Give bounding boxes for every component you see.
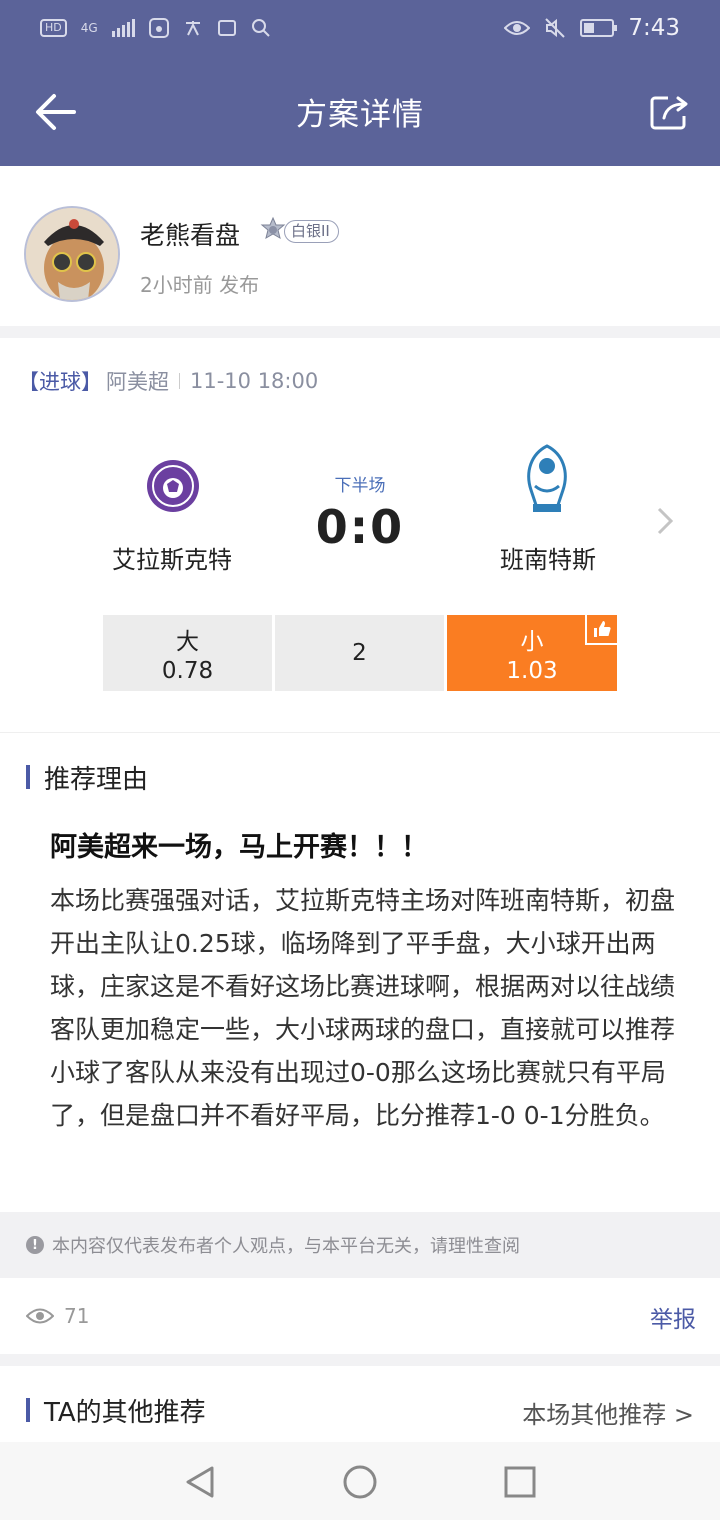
info-icon: ! (26, 1236, 44, 1254)
odds-over-value: 0.78 (161, 658, 214, 684)
odds-under-selected[interactable]: 小 1.03 (447, 615, 617, 691)
page-title: 方案详情 (296, 96, 424, 133)
view-count-value: 71 (64, 1304, 90, 1328)
away-team-logo (527, 444, 567, 512)
hd-indicator: HD (40, 19, 67, 37)
home-team-logo (147, 460, 199, 512)
odds-over[interactable]: 大 0.78 (103, 615, 272, 691)
level-badge: 白银II (258, 216, 339, 244)
mute-icon (545, 18, 566, 38)
search-notification-icon (251, 19, 270, 37)
recommendation-headline: 阿美超来一场，马上开赛！！！ (50, 832, 428, 863)
odds-under-value: 1.03 (506, 658, 558, 684)
odds-line-value: 2 (352, 640, 367, 666)
app-bar: 方案详情 (0, 56, 720, 166)
eye-icon (26, 1308, 54, 1324)
baidu-icon (148, 18, 169, 38)
chevron-right-icon[interactable] (655, 506, 675, 536)
translate-icon (185, 21, 200, 36)
level-label: 白银II (284, 219, 339, 243)
network-type: 4G (80, 21, 98, 35)
section-title-others: TA的其他推荐 (44, 1398, 206, 1428)
report-link[interactable]: 举报 (650, 1300, 696, 1334)
kickoff-time: 11-10 18:00 (190, 369, 319, 393)
recommendation-section: 推荐理由 阿美超来一场，马上开赛！！！ 本场比赛强强对话，艾拉斯克特主场对阵班南… (0, 732, 720, 1212)
category-tag: 【进球】 (18, 370, 102, 394)
clock: 7:43 (628, 15, 680, 41)
eye-comfort-icon (504, 21, 531, 35)
battery-icon (580, 19, 618, 37)
back-arrow-icon[interactable] (34, 92, 78, 132)
divider (179, 373, 180, 389)
nav-back-icon[interactable] (182, 1464, 218, 1500)
status-bar: HD 4G 7:43 (0, 0, 720, 56)
publish-time: 2小时前 发布 (140, 273, 260, 297)
author-card[interactable]: 老熊看盘 白银II 2小时前 发布 (0, 166, 720, 326)
recommendation-body: 本场比赛强强对话，艾拉斯克特主场对阵班南特斯，初盘开出主队让0.25球，临场降到… (50, 886, 676, 1130)
nav-recents-icon[interactable] (502, 1464, 538, 1500)
odds-under-label: 小 (520, 629, 544, 655)
section-title-reason: 推荐理由 (44, 765, 149, 795)
thumbs-up-icon (585, 615, 617, 645)
section-marker (26, 765, 30, 789)
signal-icon (111, 19, 135, 37)
system-nav-bar (0, 1442, 720, 1520)
avatar[interactable] (24, 206, 120, 302)
nav-home-icon[interactable] (342, 1464, 378, 1500)
home-team-name: 艾拉斯克特 (112, 546, 232, 574)
app-notification-icon (217, 20, 236, 36)
author-name[interactable]: 老熊看盘 (140, 216, 240, 252)
match-period: 下半场 (334, 476, 386, 496)
match-card: 【进球】 阿美超 11-10 18:00 艾拉斯克特 下半场 0:0 班南特斯 … (0, 338, 720, 732)
more-recommendations-link[interactable]: 本场其他推荐 > (522, 1395, 694, 1430)
away-team-name: 班南特斯 (500, 546, 596, 574)
share-icon[interactable] (650, 94, 690, 130)
odds-line[interactable]: 2 (275, 615, 444, 691)
match-score: 0:0 (315, 500, 405, 554)
match-meta: 【进球】 阿美超 11-10 18:00 (18, 366, 318, 396)
league-name: 阿美超 (106, 370, 169, 394)
section-marker (26, 1398, 30, 1422)
view-count: 71 (26, 1304, 89, 1328)
other-recommendations: TA的其他推荐 本场其他推荐 > (0, 1366, 720, 1442)
stats-bar: 71 举报 (0, 1278, 720, 1354)
disclaimer-text: 本内容仅代表发布者个人观点，与本平台无关，请理性查阅 (52, 1236, 520, 1257)
disclaimer: ! 本内容仅代表发布者个人观点，与本平台无关，请理性查阅 (0, 1212, 720, 1278)
odds-over-label: 大 (176, 629, 199, 655)
